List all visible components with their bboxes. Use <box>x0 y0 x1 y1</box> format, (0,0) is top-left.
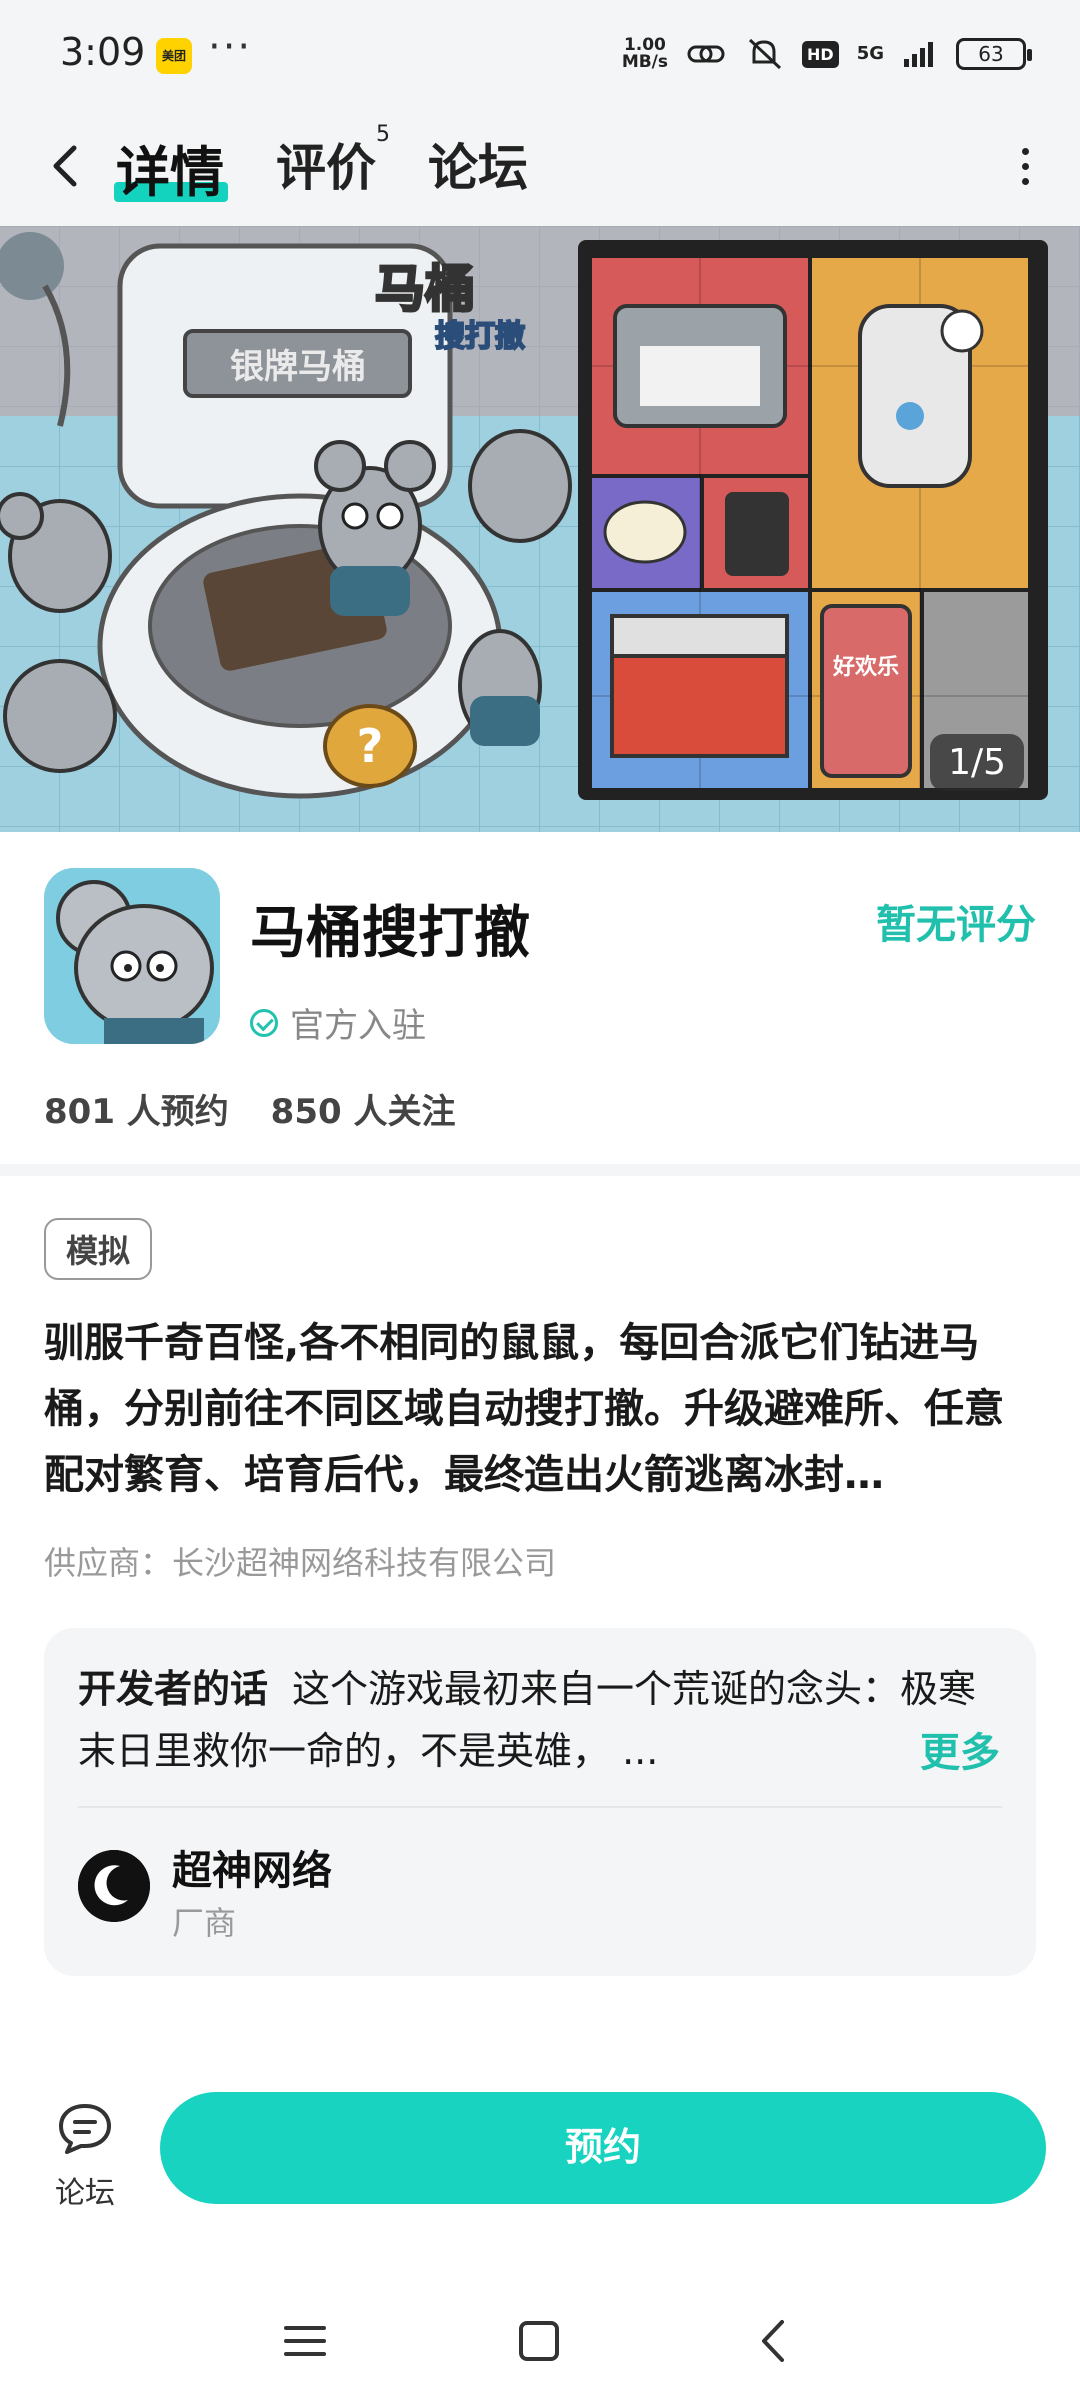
app-detail-page: 3:09 美团 ··· 1.00 MB/s HD 5G 63 详情 评价5 论坛… <box>0 0 1080 2400</box>
status-time: 3:09 <box>60 30 146 74</box>
reservation-count: 801 人预约 <box>44 1092 229 1132</box>
moon-logo-icon <box>78 1850 150 1922</box>
game-screenshot: 银牌马桶 ? 马桶 搜打撤 好欢乐 <box>0 226 1080 832</box>
snack-bag-label: 好欢乐 <box>832 654 899 680</box>
more-dot <box>1021 178 1029 185</box>
back-arrow-icon <box>53 145 77 187</box>
home-square-icon <box>519 2321 559 2361</box>
forum-chat-icon <box>59 2104 111 2154</box>
battery-indicator: 63 <box>956 38 1032 70</box>
forum-button[interactable]: 论坛 <box>40 2100 130 2230</box>
app-info-section: 马桶搜打撤 暂无评分 官方入驻 801 人预约 850 人关注 <box>0 832 1080 1166</box>
meituan-notification-icon: 美团 <box>156 38 192 74</box>
bottom-action-bar: 论坛 预约 <box>0 2060 1080 2240</box>
tab-details[interactable]: 详情 <box>116 128 224 207</box>
mute-icon <box>748 38 782 70</box>
network-speed-unit: MB/s <box>621 52 669 72</box>
supplier-info: 供应商：长沙超神网络科技有限公司 <box>44 1544 557 1582</box>
developer-words-title: 开发者的话 <box>78 1667 269 1711</box>
status-bar: 3:09 美团 ··· 1.00 MB/s HD 5G 63 <box>0 0 1080 110</box>
network-type: 5G <box>856 43 884 64</box>
official-label: 官方入驻 <box>290 1006 426 1046</box>
follower-count: 850 人关注 <box>270 1092 456 1132</box>
more-notifications-indicator: ··· <box>208 24 253 70</box>
mouse-mascot-icon <box>44 868 220 1044</box>
tab-forum-label: 论坛 <box>428 139 528 197</box>
banner-logo-line1: 马桶 <box>375 260 475 318</box>
mystery-bag-icon: ? <box>357 719 384 773</box>
tab-reviews-label: 评价 <box>276 139 376 197</box>
genre-tag[interactable]: 模拟 <box>44 1218 153 1280</box>
app-rating: 暂无评分 <box>876 902 1036 948</box>
more-dot <box>1021 163 1029 170</box>
banner-logo-line2: 搜打撤 <box>435 319 525 354</box>
more-dot <box>1021 148 1029 155</box>
developer-logo[interactable] <box>78 1850 150 1922</box>
app-name: 马桶搜打撤 <box>250 901 530 966</box>
link-icon <box>687 45 725 63</box>
review-count-badge: 5 <box>376 122 390 148</box>
screenshot-carousel[interactable]: 银牌马桶 ? 马桶 搜打撤 好欢乐 1/5 <box>0 226 1080 832</box>
banner-sign-text: 银牌马桶 <box>230 347 366 387</box>
developer-role: 厂商 <box>172 1904 237 1942</box>
developer-name[interactable]: 超神网络 <box>172 1838 332 1896</box>
home-button[interactable] <box>504 2306 574 2376</box>
system-back-button[interactable] <box>740 2306 810 2376</box>
developer-card-divider <box>78 1806 1002 1808</box>
section-divider <box>0 1164 1080 1176</box>
tab-forum[interactable]: 论坛 <box>428 128 528 200</box>
more-options-button[interactable] <box>1010 140 1040 200</box>
top-nav: 详情 评价5 论坛 <box>0 110 1080 226</box>
hd-icon: HD <box>802 40 839 68</box>
app-stats: 801 人预约 850 人关注 <box>44 1084 455 1133</box>
developer-more-link[interactable]: 更多 <box>920 1720 1000 1778</box>
developer-card[interactable]: 开发者的话 这个游戏最初来自一个荒诞的念头：极寒末日里救你一命的，不是英雄， ..… <box>44 1628 1036 1976</box>
reserve-button[interactable]: 预约 <box>160 2092 1046 2204</box>
system-navigation-bar <box>0 2280 1080 2400</box>
verified-check-icon <box>250 1008 278 1037</box>
back-button[interactable] <box>38 130 98 200</box>
app-icon <box>44 868 220 1044</box>
signal-indicator: 5G <box>857 45 884 63</box>
recent-apps-button[interactable] <box>270 2306 340 2376</box>
status-icons: 1.00 MB/s HD 5G 63 <box>622 30 1032 78</box>
back-chevron-icon <box>762 2320 784 2362</box>
developer-words: 开发者的话 这个游戏最初来自一个荒诞的念头：极寒末日里救你一命的，不是英雄， ..… <box>78 1658 978 1782</box>
tab-reviews[interactable]: 评价5 <box>276 122 390 200</box>
menu-icon <box>284 2326 326 2356</box>
tab-details-label: 详情 <box>116 141 224 204</box>
carousel-page-indicator: 1/5 <box>930 734 1024 791</box>
official-badge: 官方入驻 <box>250 998 426 1047</box>
forum-button-label: 论坛 <box>55 2176 115 2211</box>
network-speed: 1.00 MB/s <box>622 37 668 71</box>
signal-bars-icon <box>904 42 933 67</box>
game-description[interactable]: 驯服千奇百怪,各不相同的鼠鼠，每回合派它们钻进马桶，分别前往不同区域自动搜打撤。… <box>44 1310 1040 1508</box>
